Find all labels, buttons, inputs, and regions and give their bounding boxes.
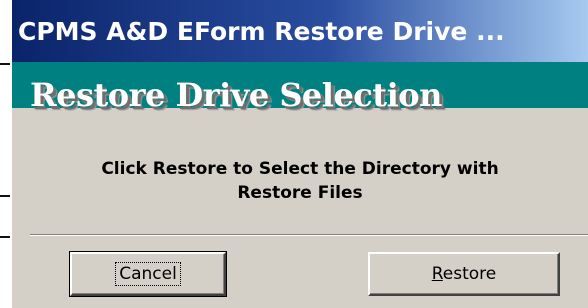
cancel-button-label: Cancel (115, 262, 181, 286)
restore-drive-dialog: CPMS A&D EForm Restore Drive ... Restore… (12, 0, 588, 308)
instruction-line-1: Click Restore to Select the Directory wi… (101, 159, 499, 179)
window-title: CPMS A&D EForm Restore Drive ... (18, 16, 505, 46)
restore-button[interactable]: Restore (368, 252, 560, 296)
edge-mark (0, 63, 10, 65)
separator-line (30, 234, 588, 236)
edge-mark (0, 236, 10, 238)
restore-accelerator: R (431, 264, 443, 284)
banner-title: Restore Drive Selection (30, 76, 442, 114)
screen: CPMS A&D EForm Restore Drive ... Restore… (0, 0, 588, 308)
restore-button-label: Restore (432, 264, 497, 284)
instruction-line-2: Restore Files (237, 183, 363, 203)
background-window-edge (0, 0, 12, 308)
cancel-button[interactable]: Cancel (69, 251, 227, 297)
restore-label-rest: estore (442, 264, 497, 284)
edge-mark (0, 195, 10, 197)
title-bar[interactable]: CPMS A&D EForm Restore Drive ... (12, 0, 588, 62)
instruction-text: Click Restore to Select the Directory wi… (12, 157, 588, 205)
